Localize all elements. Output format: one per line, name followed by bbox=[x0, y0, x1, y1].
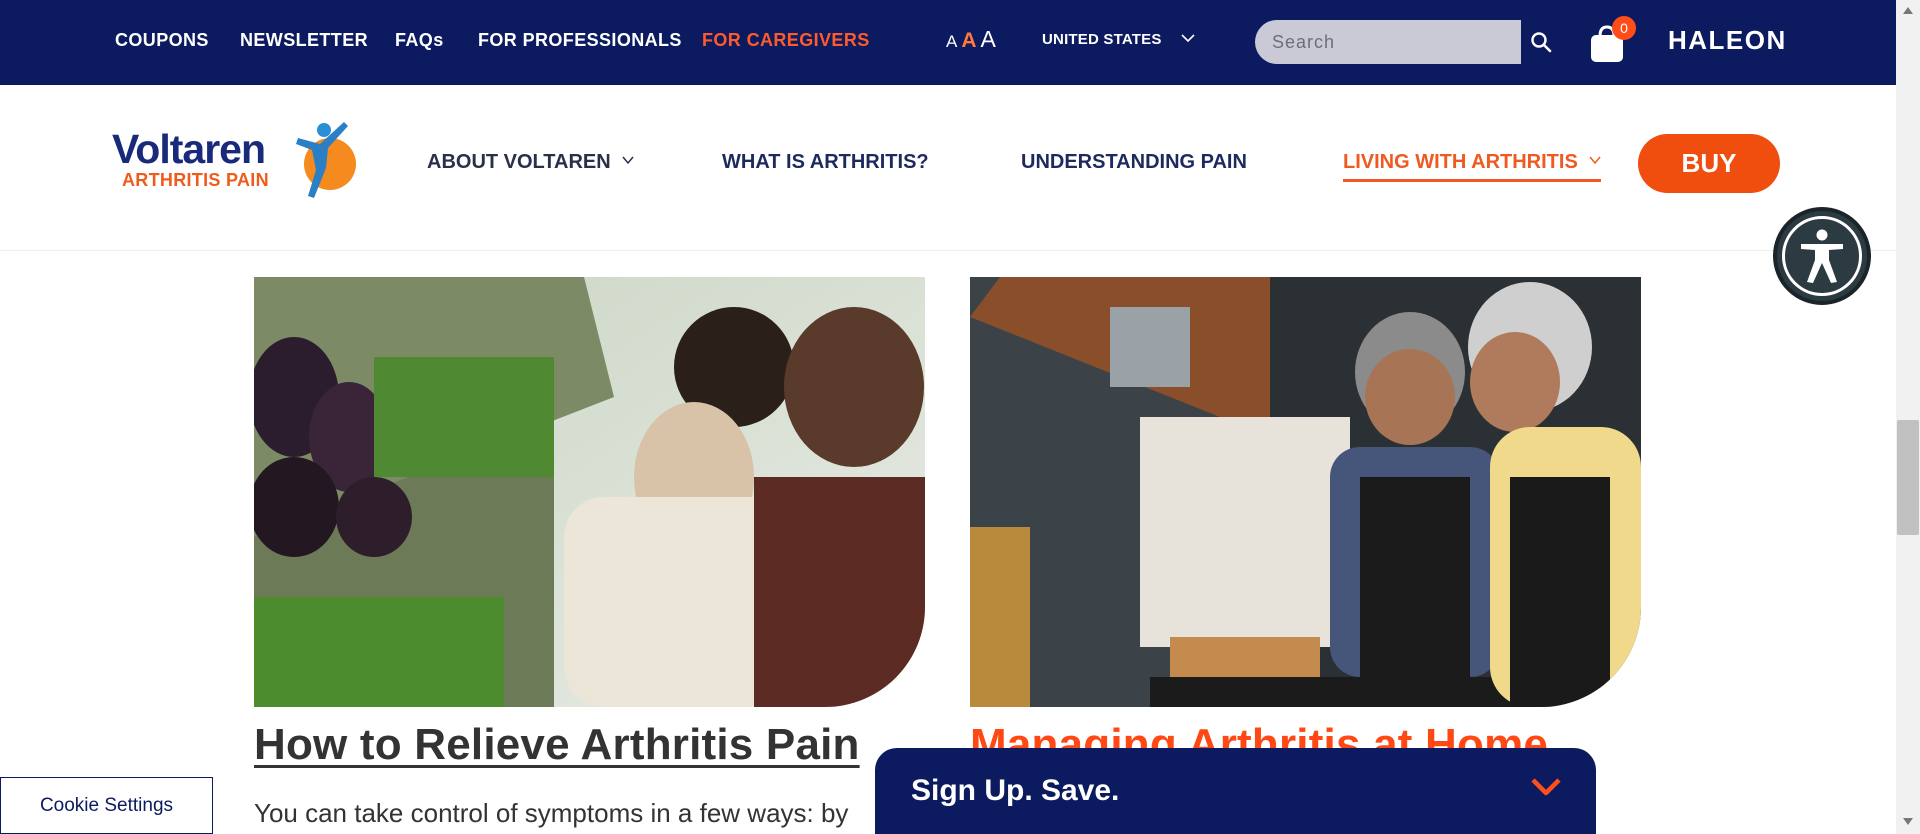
font-size-medium-button[interactable]: A bbox=[961, 29, 976, 53]
chevron-down-icon bbox=[622, 156, 634, 165]
country-selector[interactable]: UNITED STATES bbox=[1042, 0, 1162, 80]
logo-subtitle: ARTHRITIS PAIN bbox=[122, 170, 269, 190]
nav-about-voltaren[interactable]: ABOUT VOLTAREN bbox=[427, 145, 634, 179]
nav-understanding-pain[interactable]: UNDERSTANDING PAIN bbox=[1021, 145, 1247, 179]
search-input[interactable] bbox=[1255, 20, 1521, 64]
utility-link-newsletter[interactable]: NEWSLETTER bbox=[240, 0, 368, 85]
search-icon bbox=[1531, 32, 1552, 53]
scrollbar-track[interactable] bbox=[1896, 0, 1920, 834]
nav-living-with-arthritis[interactable]: LIVING WITH ARTHRITIS bbox=[1343, 145, 1602, 182]
scrollbar-thumb[interactable] bbox=[1897, 420, 1919, 535]
voltaren-figure-icon bbox=[296, 122, 356, 198]
accessibility-icon bbox=[1801, 229, 1843, 283]
font-size-large-button[interactable]: A bbox=[981, 26, 996, 53]
grocery-photo bbox=[254, 277, 925, 707]
cookie-settings-button[interactable]: Cookie Settings bbox=[0, 777, 213, 834]
chevron-down-icon[interactable] bbox=[1530, 776, 1562, 798]
card-image-kitchen[interactable] bbox=[970, 277, 1641, 707]
search-button[interactable] bbox=[1521, 20, 1561, 64]
font-size-small-button[interactable]: A bbox=[946, 32, 957, 52]
scroll-up-icon[interactable] bbox=[1898, 4, 1918, 18]
card-title-relieve-pain[interactable]: How to Relieve Arthritis Pain bbox=[254, 720, 860, 776]
scroll-down-icon[interactable] bbox=[1898, 814, 1918, 828]
voltaren-logo[interactable]: Voltaren ARTHRITIS PAIN bbox=[112, 118, 356, 200]
utility-link-professionals[interactable]: FOR PROFESSIONALS bbox=[478, 0, 682, 85]
nav-living-with-arthritis-label: LIVING WITH ARTHRITIS bbox=[1343, 151, 1578, 173]
haleon-logo[interactable]: HALEON bbox=[1668, 20, 1787, 60]
signup-label: Sign Up. Save. bbox=[911, 774, 1120, 807]
logo-wordmark: Voltaren bbox=[112, 126, 266, 172]
signup-bar[interactable]: Sign Up. Save. bbox=[875, 748, 1596, 834]
chevron-down-icon bbox=[1589, 156, 1601, 165]
card-description-relieve-pain: You can take control of symptoms in a fe… bbox=[254, 798, 849, 828]
accessibility-ring bbox=[1782, 216, 1862, 296]
utility-link-coupons[interactable]: COUPONS bbox=[115, 0, 209, 85]
utility-link-faqs[interactable]: FAQs bbox=[395, 0, 444, 85]
chevron-down-icon[interactable] bbox=[1180, 30, 1196, 46]
nav-what-is-arthritis[interactable]: WHAT IS ARTHRITIS? bbox=[722, 145, 929, 179]
utility-link-caregivers[interactable]: FOR CAREGIVERS bbox=[702, 0, 870, 85]
card-image-grocery[interactable] bbox=[254, 277, 925, 707]
accessibility-button[interactable] bbox=[1773, 207, 1871, 305]
page: COUPONS NEWSLETTER FAQs FOR PROFESSIONAL… bbox=[0, 0, 1920, 834]
cart-count-badge: 0 bbox=[1612, 16, 1636, 40]
nav-about-voltaren-label: ABOUT VOLTAREN bbox=[427, 151, 611, 173]
font-size-controls: A A A bbox=[946, 26, 996, 56]
buy-button[interactable]: BUY bbox=[1638, 134, 1780, 193]
kitchen-photo bbox=[970, 277, 1641, 707]
utility-bar: COUPONS NEWSLETTER FAQs FOR PROFESSIONAL… bbox=[0, 0, 1896, 85]
